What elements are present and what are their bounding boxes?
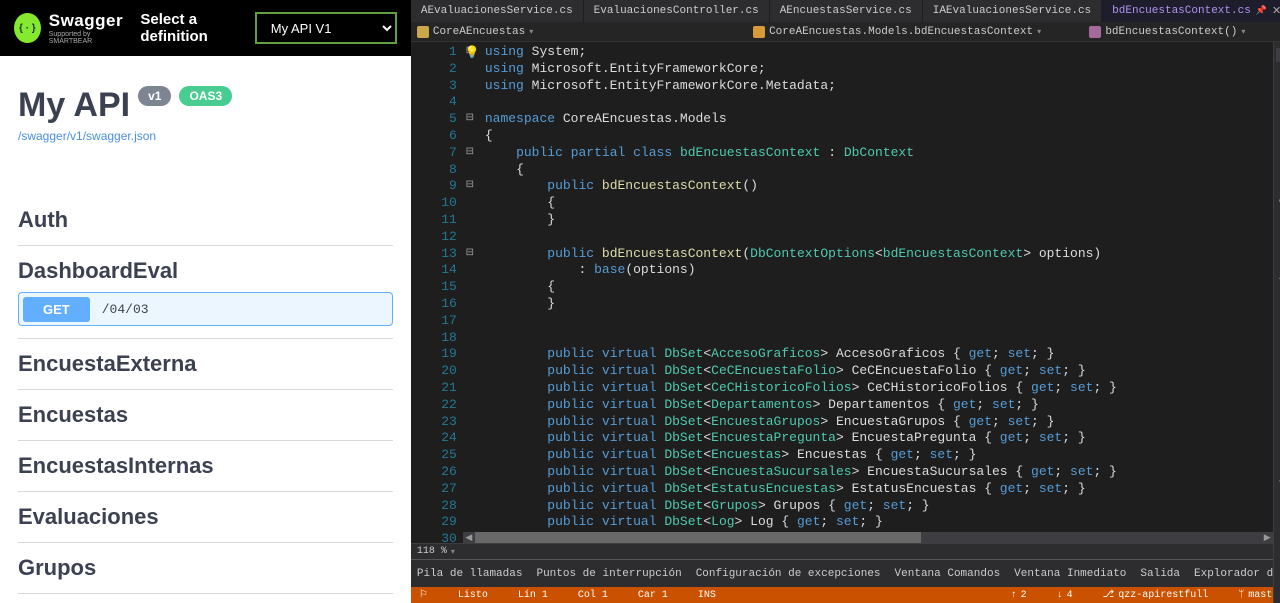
method-icon <box>1089 26 1101 38</box>
editor-tabs: AEvaluacionesService.csEvaluacionesContr… <box>411 0 1280 22</box>
swagger-panel: Swagger Supported by SMARTBEAR Select a … <box>0 0 411 603</box>
section-dashboardeval[interactable]: DashboardEval GET/04/03 <box>18 246 393 339</box>
section-title[interactable]: Auth <box>18 207 393 233</box>
chevron-down-icon: ▾ <box>1037 27 1041 37</box>
fold-gutter: ⊟⊟⊟⊟⊟ <box>463 42 477 603</box>
status-char: Car 1 <box>638 590 668 601</box>
editor-tab[interactable]: EvaluacionesController.cs <box>584 0 770 22</box>
crumb-method[interactable]: bdEncuestasContext()▾ <box>1089 26 1280 38</box>
panel-tab[interactable]: Salida <box>1140 568 1180 580</box>
operation-path: /04/03 <box>102 302 149 317</box>
oas-badge: OAS3 <box>179 86 232 106</box>
code-area: 💡 12345678910111213141516171819202122232… <box>411 42 1280 603</box>
section-title[interactable]: EncuestasInternas <box>18 453 393 479</box>
section-evaluaciones[interactable]: Evaluaciones <box>18 492 393 543</box>
flag-icon[interactable]: ⚐ <box>419 589 428 601</box>
editor-tab[interactable]: IAEvaluacionesService.cs <box>923 0 1102 22</box>
swagger-icon <box>14 13 41 43</box>
breadcrumb-bar: CoreAEncuestas▾ CoreAEncuestas.Models.bd… <box>411 22 1280 42</box>
crumb-namespace[interactable]: CoreAEncuestas.Models.bdEncuestasContext… <box>753 26 1081 38</box>
panel-tab[interactable]: Explorador del Ejecutador de tareas <box>1194 568 1280 580</box>
status-line: Lín 1 <box>518 590 548 601</box>
status-ready: Listo <box>458 590 488 601</box>
http-method-badge: GET <box>23 297 90 322</box>
section-title[interactable]: Evaluaciones <box>18 504 393 530</box>
section-title[interactable]: Encuestas <box>18 402 393 428</box>
section-encuestas[interactable]: Encuestas <box>18 390 393 441</box>
panel-tab[interactable]: Puntos de interrupción <box>536 568 681 580</box>
definition-select[interactable]: My API V1 <box>255 12 397 44</box>
pin-icon[interactable]: 📌 <box>1256 6 1267 16</box>
line-gutter: 1234567891011121314151617181920212223242… <box>411 42 463 603</box>
section-title[interactable]: EncuestaExterna <box>18 351 393 377</box>
crumb-project[interactable]: CoreAEncuestas▾ <box>417 26 745 38</box>
section-title[interactable]: DashboardEval <box>18 258 393 284</box>
status-ins: INS <box>698 590 716 601</box>
lightbulb-icon[interactable]: 💡 <box>465 45 480 60</box>
expand-icon[interactable] <box>1276 48 1280 62</box>
git-push[interactable]: ↑ 2 <box>1011 590 1027 601</box>
status-bar: ⚐ Listo Lín 1 Col 1 Car 1 INS ↑ 2 ↓ 4 ⎇ … <box>411 587 1280 603</box>
chevron-down-icon: ▾ <box>1241 27 1245 37</box>
bottom-panels: Pila de llamadas Puntos de interrupción Co… <box>411 559 1280 587</box>
select-definition-label: Select a definition <box>140 11 240 45</box>
logo-subtitle: Supported by SMARTBEAR <box>49 31 127 45</box>
chevron-down-icon: ▾ <box>529 27 533 37</box>
git-pull[interactable]: ↓ 4 <box>1057 590 1073 601</box>
swagger-body: My API v1 OAS3 /swagger/v1/swagger.json … <box>0 56 411 603</box>
editor-footer: 118 %▾ <box>411 543 1273 559</box>
section-grupos[interactable]: Grupos <box>18 543 393 594</box>
namespace-icon <box>753 26 765 38</box>
panel-tab[interactable]: Ventana Inmediato <box>1014 568 1126 580</box>
version-badge: v1 <box>138 86 171 106</box>
code-editor[interactable]: using System;using Microsoft.EntityFrame… <box>477 42 1280 603</box>
operation-row[interactable]: GET/04/03 <box>18 292 393 326</box>
section-auth[interactable]: Auth <box>18 195 393 246</box>
editor-tab[interactable]: bdEncuestasContext.cs📌✕ <box>1102 0 1280 22</box>
right-tool-tabs: Herramientas de diagnósticoExplorador de… <box>1273 42 1280 603</box>
editor-tab[interactable]: AEncuestasService.cs <box>770 0 923 22</box>
project-icon <box>417 26 429 38</box>
panel-tab[interactable]: Configuración de excepciones <box>696 568 881 580</box>
status-col: Col 1 <box>578 590 608 601</box>
panel-tab[interactable]: Ventana Comandos <box>895 568 1001 580</box>
swagger-logo[interactable]: Swagger Supported by SMARTBEAR <box>14 12 126 45</box>
vs-panel: AEvaluacionesService.csEvaluacionesContr… <box>411 0 1280 603</box>
section-title[interactable]: Grupos <box>18 555 393 581</box>
editor-tab[interactable]: AEvaluacionesService.cs <box>411 0 584 22</box>
section-encuestaexterna[interactable]: EncuestaExterna <box>18 339 393 390</box>
close-icon[interactable]: ✕ <box>1272 4 1280 18</box>
panel-tab[interactable]: Pila de llamadas <box>417 568 523 580</box>
swagger-header: Swagger Supported by SMARTBEAR Select a … <box>0 0 411 56</box>
section-preguntas[interactable]: Preguntas <box>18 594 393 603</box>
zoom-control[interactable]: 118 %▾ <box>417 546 455 557</box>
api-title: My API <box>18 86 130 125</box>
git-repo[interactable]: ⎇ qzz-apirestfull <box>1103 589 1209 601</box>
logo-title: Swagger <box>49 12 127 29</box>
spec-link[interactable]: /swagger/v1/swagger.json <box>18 129 156 143</box>
section-encuestasinternas[interactable]: EncuestasInternas <box>18 441 393 492</box>
